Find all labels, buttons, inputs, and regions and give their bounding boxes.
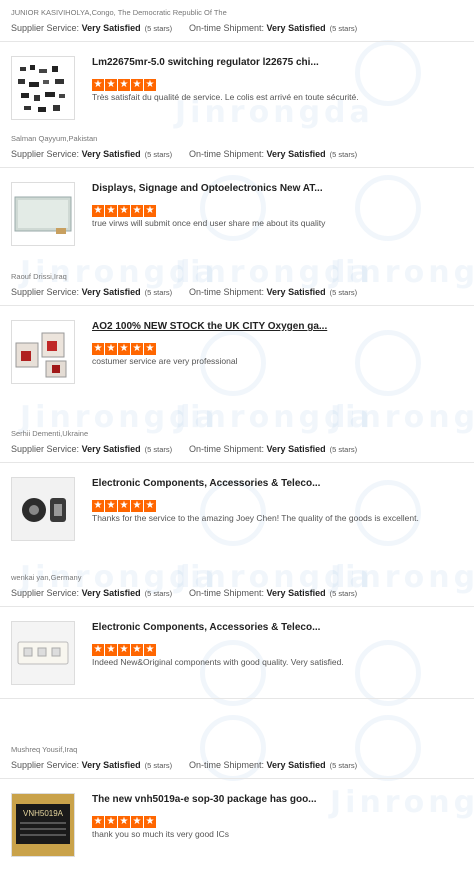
product-title-link[interactable]: Lm22675mr-5.0 switching regulator l22675… bbox=[92, 57, 332, 68]
divider bbox=[0, 462, 474, 463]
review-comment: thank you so much its very good ICs bbox=[92, 829, 230, 839]
star-icon: ★ bbox=[92, 500, 104, 512]
connector-image bbox=[12, 478, 74, 540]
star-icon: ★ bbox=[131, 79, 143, 91]
star-icon: ★ bbox=[105, 343, 117, 355]
star-icon: ★ bbox=[92, 79, 104, 91]
star-icon: ★ bbox=[131, 644, 143, 656]
touch-panel-image bbox=[14, 196, 72, 234]
on-time-shipment: On-time Shipment: Very Satisfied (5 stars… bbox=[189, 149, 358, 159]
rating-stars: ★ ★ ★ ★ ★ bbox=[92, 74, 157, 91]
product-thumbnail[interactable]: VNH5019A bbox=[11, 793, 75, 857]
star-icon: ★ bbox=[118, 79, 130, 91]
divider bbox=[0, 41, 474, 42]
product-title-link[interactable]: AO2 100% NEW STOCK the UK CITY Oxygen ga… bbox=[92, 321, 332, 332]
star-icon: ★ bbox=[105, 79, 117, 91]
package-label: VNH5019A bbox=[23, 809, 64, 818]
watermark-text: Jinrongda bbox=[330, 255, 474, 290]
watermark-text: Jinrongda bbox=[330, 400, 474, 435]
on-time-shipment: On-time Shipment: Very Satisfied (5 stars… bbox=[189, 23, 358, 33]
star-icon: ★ bbox=[144, 205, 156, 217]
reviewer-name: JUNIOR KASIVIHOLYA,Congo, The Democratic… bbox=[11, 8, 227, 17]
on-time-shipment: On-time Shipment: Very Satisfied (5 stars… bbox=[189, 760, 358, 770]
product-title-link[interactable]: Displays, Signage and Optoelectronics Ne… bbox=[92, 183, 332, 194]
star-icon: ★ bbox=[105, 816, 117, 828]
watermark-logo bbox=[355, 175, 421, 241]
chips-image bbox=[18, 65, 65, 112]
watermark-logo bbox=[355, 715, 421, 781]
product-title-link[interactable]: Electronic Components, Accessories & Tel… bbox=[92, 622, 332, 633]
product-thumbnail[interactable] bbox=[11, 477, 75, 541]
watermark-text: Jinrongda bbox=[175, 255, 374, 290]
sensor-image bbox=[15, 332, 67, 378]
supplier-service: Supplier Service: Very Satisfied (5 stars… bbox=[11, 149, 173, 159]
rating-stars: ★ ★ ★ ★ ★ bbox=[92, 639, 157, 656]
reviewer-name: Mushreq Yousif,Iraq bbox=[11, 745, 78, 754]
product-title-link[interactable]: The new vnh5019a-e sop-30 package has go… bbox=[92, 794, 332, 805]
rating-stars: ★ ★ ★ ★ ★ bbox=[92, 811, 157, 828]
on-time-shipment: On-time Shipment: Very Satisfied (5 stars… bbox=[189, 444, 358, 454]
divider bbox=[0, 606, 474, 607]
review-comment: Indeed New&Original components with good… bbox=[92, 657, 344, 667]
divider bbox=[0, 305, 474, 306]
rating-stars: ★ ★ ★ ★ ★ bbox=[92, 495, 157, 512]
star-icon: ★ bbox=[92, 343, 104, 355]
star-icon: ★ bbox=[118, 500, 130, 512]
product-thumbnail[interactable] bbox=[11, 56, 75, 120]
divider bbox=[0, 167, 474, 168]
ic-package-image: VNH5019A bbox=[12, 794, 74, 856]
supplier-service: Supplier Service: Very Satisfied (5 stars… bbox=[11, 23, 173, 33]
reviewer-name: Raouf Drissi,Iraq bbox=[11, 272, 67, 281]
reviewer-name: Salman Qayyum,Pakistan bbox=[11, 134, 98, 143]
rating-stars: ★ ★ ★ ★ ★ bbox=[92, 200, 157, 217]
supplier-service: Supplier Service: Very Satisfied (5 stars… bbox=[11, 287, 173, 297]
review-comment: Très satisfait du qualité de service. Le… bbox=[92, 92, 359, 102]
watermark-logo bbox=[200, 715, 266, 781]
star-icon: ★ bbox=[118, 644, 130, 656]
watermark-logo bbox=[200, 640, 266, 706]
star-icon: ★ bbox=[131, 500, 143, 512]
star-icon: ★ bbox=[118, 343, 130, 355]
module-image bbox=[12, 622, 74, 684]
on-time-shipment: On-time Shipment: Very Satisfied (5 stars… bbox=[189, 287, 358, 297]
product-thumbnail[interactable] bbox=[11, 621, 75, 685]
reviewer-name: Serhii Dementi,Ukraine bbox=[11, 429, 89, 438]
star-icon: ★ bbox=[131, 343, 143, 355]
reviewer-name: wenkai yan,Germany bbox=[11, 573, 82, 582]
star-icon: ★ bbox=[118, 816, 130, 828]
star-icon: ★ bbox=[105, 205, 117, 217]
watermark-logo bbox=[355, 640, 421, 706]
star-icon: ★ bbox=[131, 816, 143, 828]
watermark-text: Jinrongda bbox=[330, 785, 474, 820]
review-comment: Thanks for the service to the amazing Jo… bbox=[92, 513, 419, 523]
divider bbox=[0, 778, 474, 779]
review-comment: true virws will submit once end user sha… bbox=[92, 218, 326, 228]
divider bbox=[0, 698, 474, 699]
star-icon: ★ bbox=[144, 644, 156, 656]
star-icon: ★ bbox=[131, 205, 143, 217]
star-icon: ★ bbox=[118, 205, 130, 217]
star-icon: ★ bbox=[105, 644, 117, 656]
star-icon: ★ bbox=[144, 500, 156, 512]
supplier-service: Supplier Service: Very Satisfied (5 stars… bbox=[11, 760, 173, 770]
product-thumbnail[interactable] bbox=[11, 182, 75, 246]
product-title-link[interactable]: Electronic Components, Accessories & Tel… bbox=[92, 478, 332, 489]
product-thumbnail[interactable] bbox=[11, 320, 75, 384]
supplier-service: Supplier Service: Very Satisfied (5 stars… bbox=[11, 444, 173, 454]
star-icon: ★ bbox=[105, 500, 117, 512]
star-icon: ★ bbox=[144, 343, 156, 355]
on-time-shipment: On-time Shipment: Very Satisfied (5 stars… bbox=[189, 588, 358, 598]
supplier-service: Supplier Service: Very Satisfied (5 stars… bbox=[11, 588, 173, 598]
star-icon: ★ bbox=[144, 79, 156, 91]
rating-stars: ★ ★ ★ ★ ★ bbox=[92, 338, 157, 355]
watermark-text: Jinrongda bbox=[175, 400, 374, 435]
star-icon: ★ bbox=[92, 205, 104, 217]
star-icon: ★ bbox=[92, 644, 104, 656]
star-icon: ★ bbox=[92, 816, 104, 828]
star-icon: ★ bbox=[144, 816, 156, 828]
review-comment: costumer service are very professional bbox=[92, 356, 238, 366]
